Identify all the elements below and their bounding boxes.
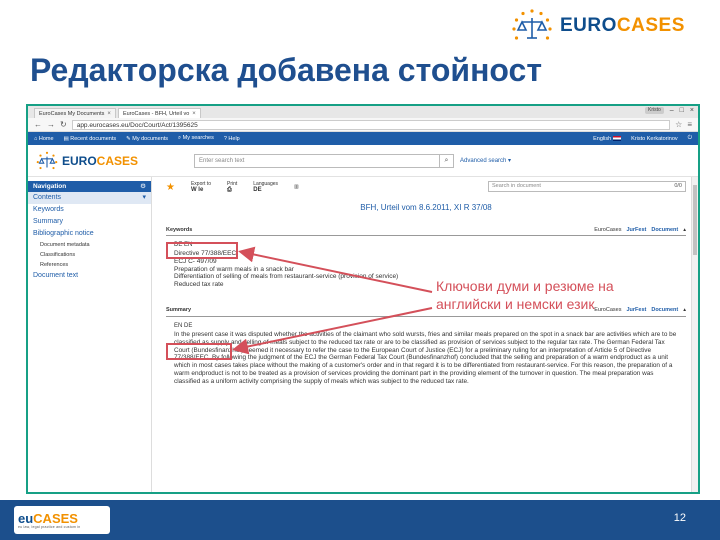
document-title: BFH, Urteil vom 8.6.2011, XI R 37/08 — [360, 203, 492, 212]
sidebar-item-document-text[interactable]: Document text — [28, 270, 151, 282]
gear-icon[interactable]: ⚙ — [140, 181, 146, 192]
global-search-input[interactable]: Enter search text ⌕ — [194, 153, 454, 168]
summary-highlight-box — [166, 343, 232, 360]
app-header: EUROCASES Enter search text ⌕ Advanced s… — [28, 145, 698, 177]
search-icon[interactable]: ⌕ — [439, 154, 453, 167]
keyword-line: Directive 77/388/EEC — [174, 250, 237, 257]
app-navbar: ⌂ Home ▤ Recent documents ✎ My documents… — [28, 132, 698, 145]
minimize-icon[interactable]: – — [670, 107, 674, 114]
scales-of-justice-icon — [512, 9, 552, 40]
sidebar-item-bibliographic-notice[interactable]: Bibliographic notice — [28, 228, 151, 240]
keywords-label: Keywords — [166, 226, 193, 233]
menu-icon[interactable]: ≡ — [687, 120, 692, 129]
logo-wordmark: EUROCASES — [560, 15, 685, 36]
sidebar-item-keywords[interactable]: Keywords — [28, 204, 151, 216]
reload-icon[interactable]: ↻ — [60, 120, 67, 129]
page-number: 12 — [673, 512, 686, 524]
sidebar-item-contents[interactable]: Contents ▾ — [28, 192, 151, 204]
tab-label: EuroCases My Documents — [39, 110, 105, 117]
window-controls: Kristo – □ × — [644, 107, 694, 114]
browser-tab-document[interactable]: EuroCases - BFH, Urteil vo × — [117, 108, 201, 118]
keywords-highlight-box — [166, 242, 238, 259]
back-icon[interactable]: ← — [34, 120, 42, 129]
keywords-language-tabs[interactable]: DE EN — [174, 242, 686, 248]
sidebar-item-summary[interactable]: Summary — [28, 216, 151, 228]
document-pane: ★ Export to W Ie Print ⎙ Languages DE ▥ Sea… — [152, 177, 698, 492]
app-logo[interactable]: EUROCASES — [34, 149, 194, 173]
nav-my-searches[interactable]: ⌕ My searches — [178, 135, 214, 142]
eurocases-logo: EUROCASES — [508, 6, 708, 46]
nav-help[interactable]: ? Help — [224, 136, 240, 142]
favorite-star-icon[interactable]: ★ — [166, 182, 175, 193]
navigation-header: Navigation ⚙ — [28, 181, 151, 192]
export-tool[interactable]: Export to W Ie — [191, 181, 211, 193]
close-tab-icon[interactable]: × — [107, 111, 111, 117]
scales-of-justice-icon — [36, 151, 58, 169]
search-in-document-input[interactable]: Search in document 0/0 — [488, 181, 686, 192]
summary-text: In the present case it was disputed whet… — [174, 330, 677, 385]
footer-logo: euCASES eu law, legal practice and custo… — [14, 506, 110, 534]
pdf-icon[interactable]: ▥ — [294, 184, 299, 190]
printer-icon: ⎙ — [226, 187, 232, 193]
power-icon[interactable]: ⏻ — [688, 135, 692, 142]
sidebar-item-document-metadata[interactable]: Document metadata — [28, 240, 151, 250]
close-tab-icon[interactable]: × — [192, 111, 196, 117]
chevron-up-icon: ▴ — [683, 226, 686, 233]
keyword-line: ECJ C- 497/09 — [174, 257, 217, 265]
scrollbar-thumb[interactable] — [693, 185, 697, 255]
sidebar-item-references[interactable]: References — [28, 260, 151, 270]
profile-chip[interactable]: Kristo — [644, 107, 664, 114]
forward-icon[interactable]: → — [47, 120, 55, 129]
language-select[interactable]: English — [593, 135, 622, 142]
chevron-up-icon: ▴ — [683, 307, 686, 314]
sidebar-item-classifications[interactable]: Classifications — [28, 250, 151, 260]
summary-language-tabs[interactable]: EN DE — [174, 323, 686, 329]
uk-flag-icon — [613, 135, 622, 141]
bookmark-star-icon[interactable]: ☆ — [675, 120, 682, 129]
callout-text: Ключови думи и резюме на английски и нем… — [436, 278, 614, 312]
summary-label: Summary — [166, 307, 192, 314]
navigation-sidebar: Navigation ⚙ Contents ▾ Keywords Summary B… — [28, 177, 152, 492]
keywords-section-header: Keywords EuroCases JurFest Document ▴ — [166, 224, 686, 236]
browser-tab-my-documents[interactable]: EuroCases My Documents × — [34, 108, 116, 118]
print-tool[interactable]: Print ⎙ — [227, 181, 237, 193]
maximize-icon[interactable]: □ — [680, 107, 684, 114]
browser-tabbar: EuroCases My Documents × EuroCases - BFH,… — [28, 106, 698, 118]
advanced-search-link[interactable]: Advanced search ▾ — [460, 157, 511, 164]
url-field[interactable]: app.eurocases.eu/Doc/Court/Act/1395625 — [71, 119, 671, 130]
nav-my-documents[interactable]: ✎ My documents — [126, 136, 168, 142]
close-window-icon[interactable]: × — [690, 107, 694, 114]
slide-title: Редакторска добавена стойност — [30, 52, 542, 88]
keyword-line: Preparation of warm meals in a snack bar — [174, 265, 294, 273]
chevron-down-icon: ▾ — [142, 194, 146, 201]
nav-home[interactable]: ⌂ Home — [34, 136, 54, 142]
languages-tool[interactable]: Languages DE — [253, 181, 278, 193]
user-menu[interactable]: Kristo Kerkatorinov — [631, 136, 677, 142]
nav-recent-documents[interactable]: ▤ Recent documents — [64, 136, 117, 142]
document-scrollbar[interactable] — [691, 177, 698, 492]
address-bar: ← → ↻ app.eurocases.eu/Doc/Court/Act/139… — [28, 118, 698, 132]
tab-label: EuroCases - BFH, Urteil vo — [122, 110, 190, 117]
